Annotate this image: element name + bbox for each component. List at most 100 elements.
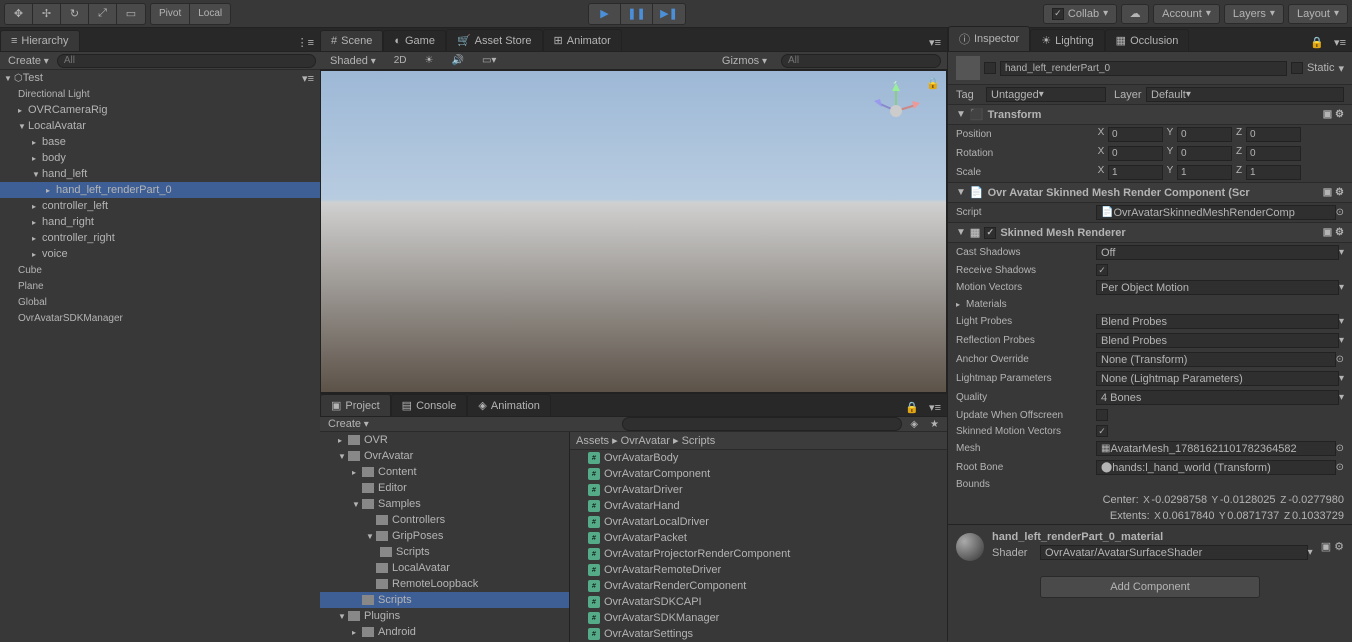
tree-item[interactable]: ▼LocalAvatar [0,118,320,134]
folder-item[interactable]: ▼Plugins [320,608,569,624]
scl-z[interactable] [1246,165,1301,180]
folder-item-selected[interactable]: Scripts [320,592,569,608]
tree-item[interactable]: ▸controller_left [0,198,320,214]
folder-item[interactable]: Controllers [320,512,569,528]
account-dropdown[interactable]: Account ▾ [1153,4,1220,24]
folder-item[interactable]: ▸Android [320,624,569,640]
list-item[interactable]: #OvrAvatarDriver [570,482,947,498]
list-item[interactable]: #OvrAvatarRenderComponent [570,578,947,594]
pos-y[interactable] [1177,127,1232,142]
asset-store-tab[interactable]: 🛒Asset Store [446,29,543,51]
mesh-field[interactable]: ▦ AvatarMesh_17881621101782364582 [1096,441,1336,456]
occlusion-tab[interactable]: ▦Occlusion [1105,29,1190,51]
tree-item[interactable]: ▸hand_right [0,214,320,230]
tree-item[interactable]: OvrAvatarSDKManager [0,310,320,326]
filter-icon[interactable]: ◈ [906,419,922,430]
create-button[interactable]: Create ▾ [4,55,53,67]
folder-item[interactable]: RemoteLoopback [320,576,569,592]
animator-tab[interactable]: ⊞Animator [543,29,622,51]
tree-item-selected[interactable]: ▸hand_left_renderPart_0 [0,182,320,198]
local-button[interactable]: Local [190,4,230,24]
pivot-button[interactable]: Pivot [151,4,190,24]
transform-header[interactable]: ▼ ⬛ Transform▣ ⚙ [948,104,1352,125]
collab-dropdown[interactable]: ✓Collab ▾ [1043,4,1117,24]
project-tab[interactable]: ▣Project [320,394,391,416]
panel-options-icon[interactable]: ⋮≡ [291,34,320,51]
list-item[interactable]: #OvrAvatarPacket [570,530,947,546]
folder-item[interactable]: ▼OvrAvatar [320,448,569,464]
reflection-probes-dropdown[interactable]: Blend Probes [1096,333,1339,348]
animation-tab[interactable]: ◈Animation [467,394,550,416]
active-checkbox[interactable] [984,62,996,74]
list-item[interactable]: #OvrAvatarBody [570,450,947,466]
skinned-motion-checkbox[interactable]: ✓ [1096,425,1108,437]
quality-dropdown[interactable]: 4 Bones [1096,390,1339,405]
list-item[interactable]: #OvrAvatarSDKManager [570,610,947,626]
breadcrumb[interactable]: Assets ▸ OvrAvatar ▸ Scripts [570,432,947,450]
panel-options-icon[interactable]: ▾≡ [923,399,947,416]
rot-z[interactable] [1246,146,1301,161]
list-item[interactable]: #OvrAvatarRemoteDriver [570,562,947,578]
save-search-icon[interactable]: ★ [926,419,943,430]
console-tab[interactable]: ▤Console [391,394,468,416]
list-item[interactable]: #OvrAvatarComponent [570,466,947,482]
static-checkbox[interactable] [1291,62,1303,74]
list-item[interactable]: #OvrAvatarSDKCAPI [570,594,947,610]
light-probes-dropdown[interactable]: Blend Probes [1096,314,1339,329]
move-tool[interactable]: ✢ [33,4,61,24]
pos-z[interactable] [1246,127,1301,142]
hand-tool[interactable]: ✥ [5,4,33,24]
folder-item[interactable]: ▸Content [320,464,569,480]
motion-vectors-dropdown[interactable]: Per Object Motion [1096,280,1339,295]
folder-item[interactable]: Scripts [320,544,569,560]
anchor-override-field[interactable]: None (Transform) [1096,352,1336,367]
tree-item[interactable]: Plane [0,278,320,294]
scale-tool[interactable]: ⤢ [89,4,117,24]
pause-button[interactable]: ❚❚ [621,4,653,24]
object-name-input[interactable] [1000,61,1287,76]
scene-root[interactable]: ▼⬡ Test▾≡ [0,70,320,86]
folder-item[interactable]: ▼Samples [320,496,569,512]
game-tab[interactable]: ◐Game [383,30,446,51]
cast-shadows-dropdown[interactable]: Off [1096,245,1339,260]
list-item[interactable]: #OvrAvatarLocalDriver [570,514,947,530]
layer-dropdown[interactable]: Default ▾ [1146,87,1344,102]
tree-item[interactable]: ▼hand_left [0,166,320,182]
pos-x[interactable] [1108,127,1163,142]
script-field[interactable]: 📄 OvrAvatarSkinnedMeshRenderComp [1096,205,1336,220]
2d-toggle[interactable]: 2D [390,55,411,66]
rot-x[interactable] [1108,146,1163,161]
root-bone-field[interactable]: ⬤ hands:l_hand_world (Transform) [1096,460,1336,475]
shaded-dropdown[interactable]: Shaded ▾ [326,55,380,67]
scene-view[interactable]: y 🔒 [320,70,947,393]
tree-item[interactable]: ▸body [0,150,320,166]
tree-item[interactable]: ▸voice [0,246,320,262]
layout-dropdown[interactable]: Layout ▾ [1288,4,1348,24]
panel-options-icon[interactable]: ▾≡ [1328,34,1352,51]
scl-x[interactable] [1108,165,1163,180]
lighting-toggle[interactable]: ☀ [421,55,438,66]
play-button[interactable]: ▶ [589,4,621,24]
smr-header[interactable]: ▼ ▦ ✓ Skinned Mesh Renderer▣ ⚙ [948,222,1352,243]
fx-toggle[interactable]: ▭▾ [478,55,500,66]
gizmos-dropdown[interactable]: Gizmos ▾ [718,55,771,67]
folder-item[interactable]: ▸OVR [320,432,569,448]
shader-dropdown[interactable]: OvrAvatar/AvatarSurfaceShader [1040,545,1308,560]
folder-item[interactable]: Editor [320,480,569,496]
create-button[interactable]: Create ▾ [324,418,373,430]
update-offscreen-checkbox[interactable] [1096,409,1108,421]
material-options-icon[interactable]: ▣ ⚙ [1321,540,1344,553]
audio-toggle[interactable]: 🔊 [448,55,468,66]
panel-options-icon[interactable]: ▾≡ [923,34,947,51]
lock-icon[interactable]: 🔒 [1306,34,1328,51]
orientation-gizmo[interactable]: y [866,81,926,141]
tree-item[interactable]: ▸controller_right [0,230,320,246]
scl-y[interactable] [1177,165,1232,180]
folder-item[interactable]: ▼GripPoses [320,528,569,544]
list-item[interactable]: #OvrAvatarProjectorRenderComponent [570,546,947,562]
tag-dropdown[interactable]: Untagged ▾ [986,87,1106,102]
rotate-tool[interactable]: ↻ [61,4,89,24]
lock-icon[interactable]: 🔒 [926,77,940,90]
lightmap-params-field[interactable]: None (Lightmap Parameters) [1096,371,1339,386]
tree-item[interactable]: ▸OVRCameraRig [0,102,320,118]
